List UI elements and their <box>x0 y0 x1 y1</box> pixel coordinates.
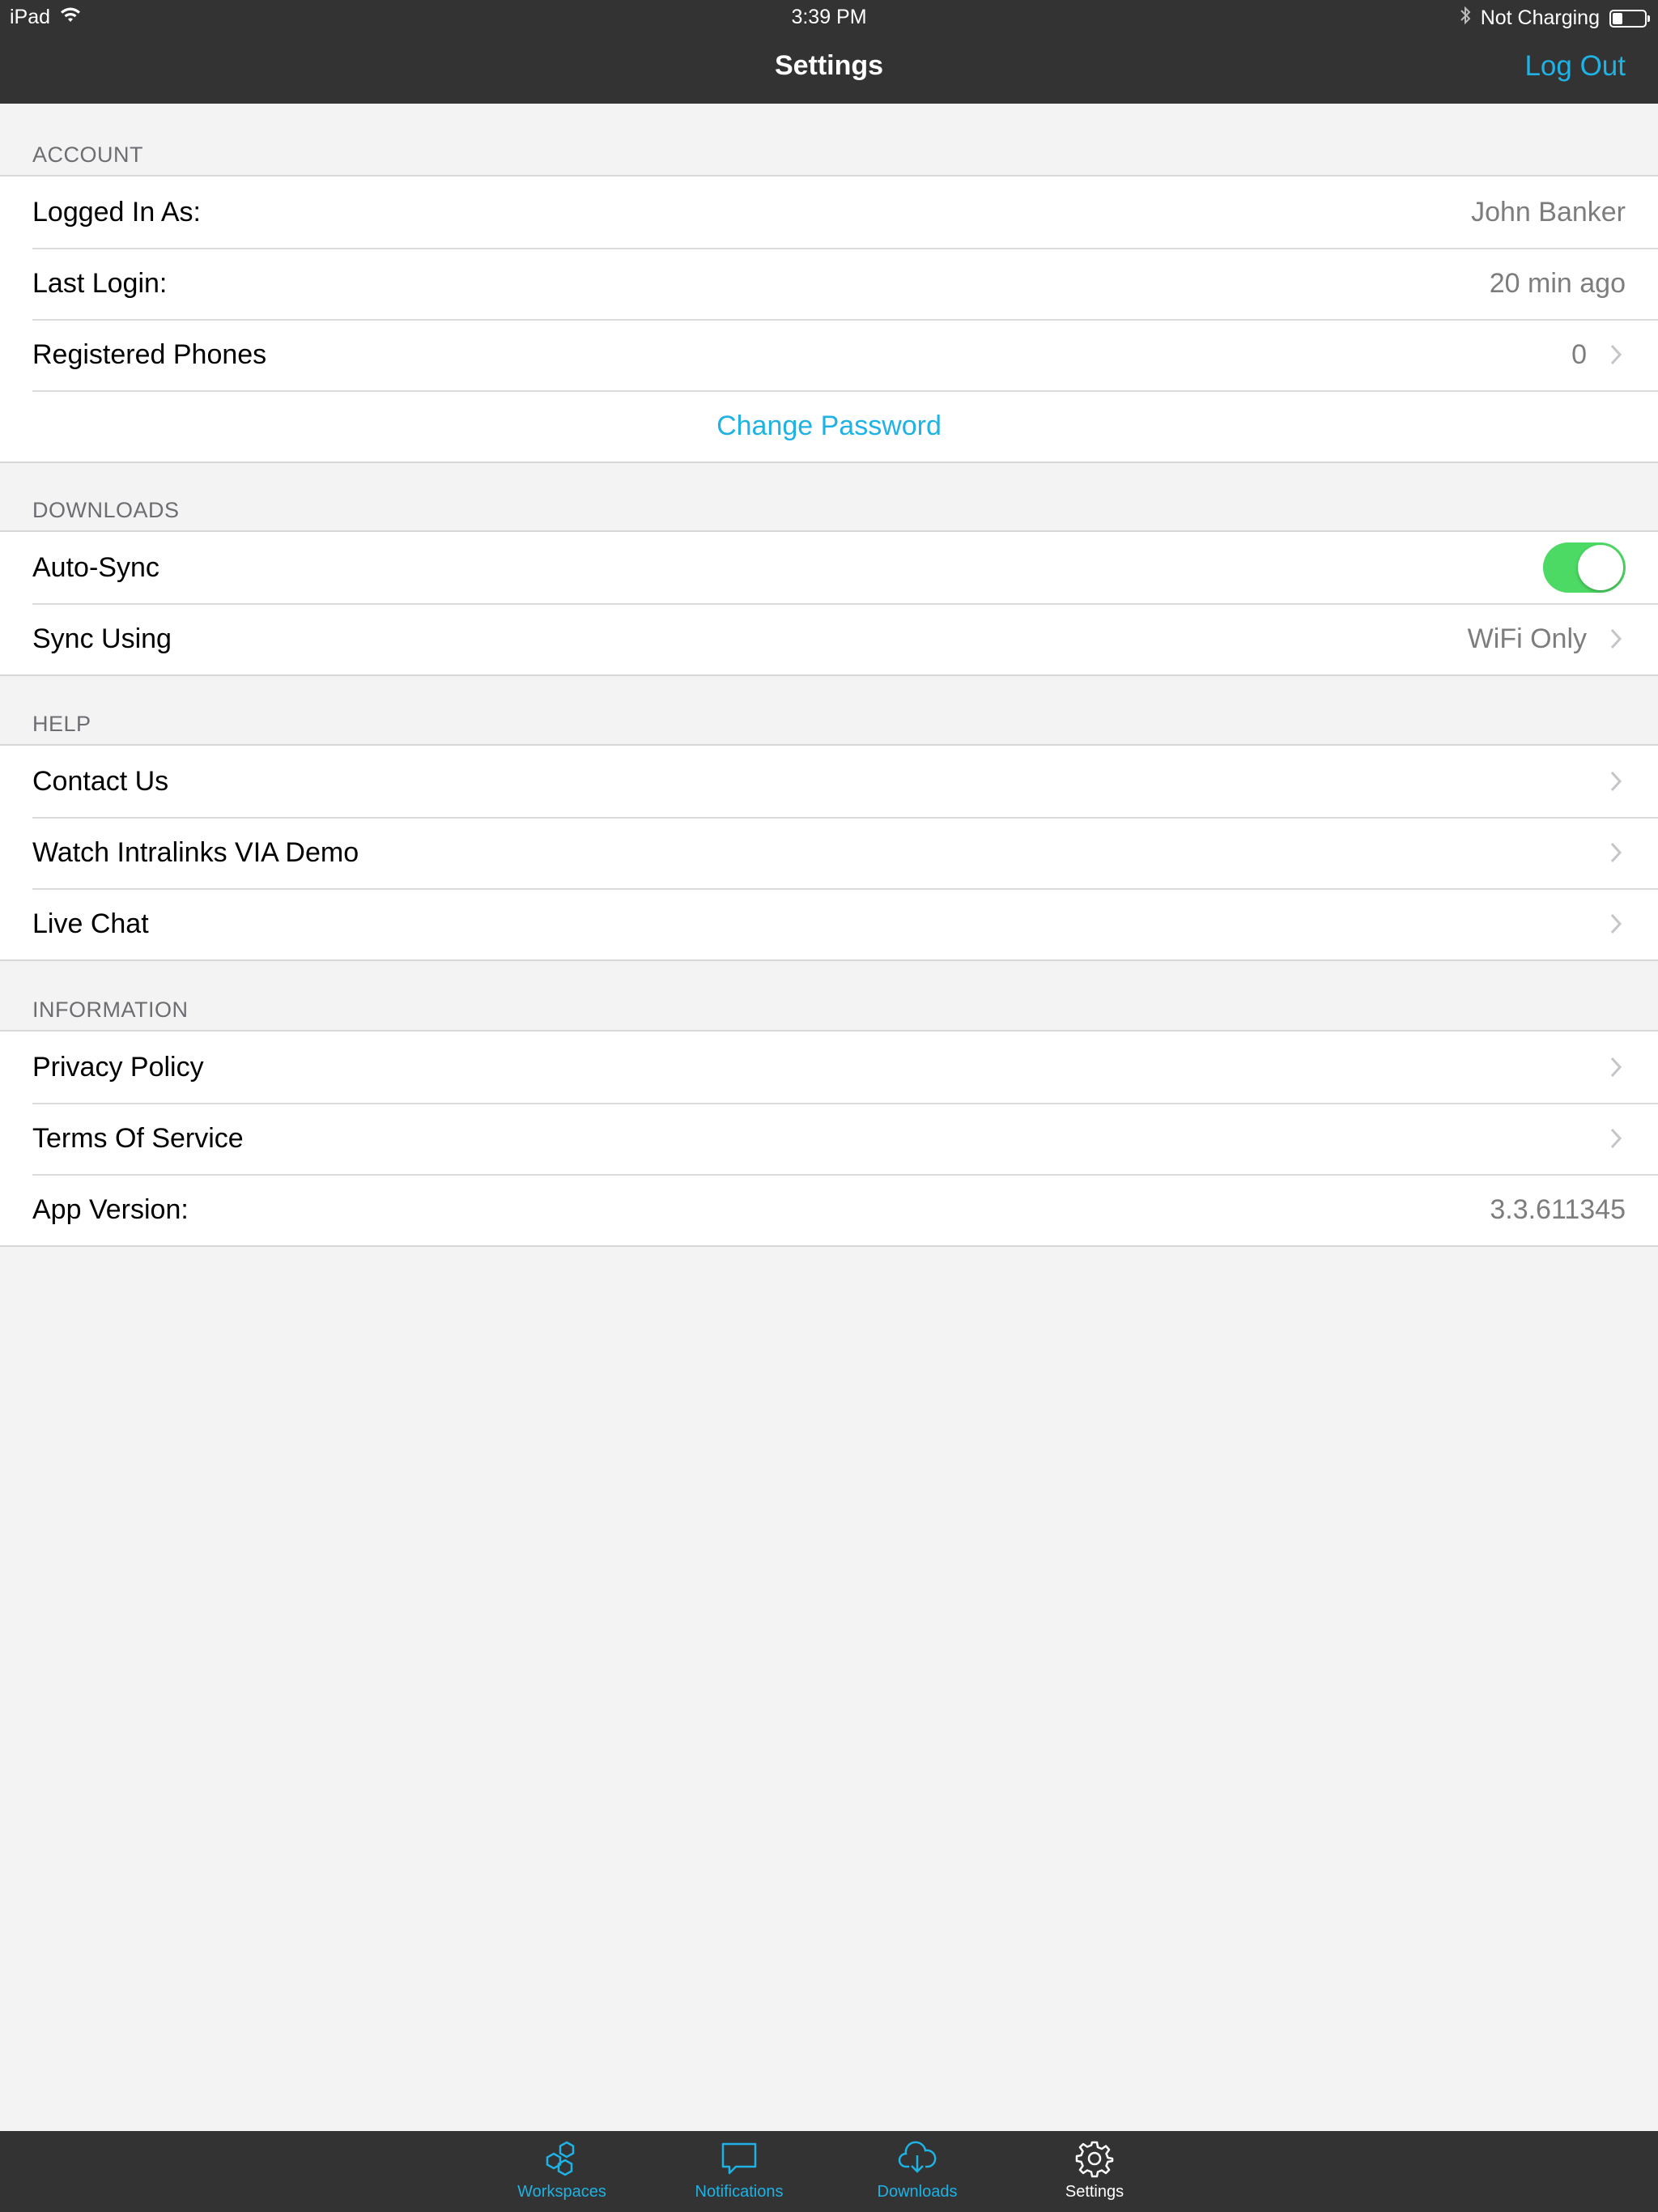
terms-of-service-row[interactable]: Terms Of Service <box>0 1103 1658 1174</box>
chevron-right-icon <box>1608 341 1626 368</box>
contact-us-label: Contact Us <box>32 765 169 797</box>
log-out-button[interactable]: Log Out <box>1524 50 1626 83</box>
terms-of-service-label: Terms Of Service <box>32 1122 244 1154</box>
toggle-knob <box>1578 545 1623 590</box>
section-header-downloads: DOWNLOADS <box>32 498 180 522</box>
privacy-policy-label: Privacy Policy <box>32 1051 204 1083</box>
account-group: Logged In As: John Banker Last Login: 20… <box>0 175 1658 463</box>
contact-us-row[interactable]: Contact Us <box>0 746 1658 817</box>
tab-settings-label: Settings <box>1065 2183 1124 2201</box>
bluetooth-icon <box>1460 6 1471 31</box>
sync-using-row[interactable]: Sync Using WiFi Only <box>0 603 1658 674</box>
registered-phones-row[interactable]: Registered Phones 0 <box>0 319 1658 390</box>
tab-downloads[interactable]: Downloads <box>844 2139 990 2201</box>
charging-status: Not Charging <box>1480 6 1600 29</box>
live-chat-label: Live Chat <box>32 908 149 939</box>
downloads-group: Auto-Sync Sync Using WiFi Only <box>0 530 1658 676</box>
section-header-information: INFORMATION <box>32 998 189 1022</box>
sync-using-value: WiFi Only <box>1467 623 1587 654</box>
logged-in-label: Logged In As: <box>32 196 201 228</box>
gear-icon <box>1075 2139 1114 2178</box>
cloud-download-icon <box>898 2139 937 2178</box>
workspaces-icon <box>542 2139 581 2178</box>
tab-notifications[interactable]: Notifications <box>666 2139 812 2201</box>
change-password-button[interactable]: Change Password <box>716 410 942 442</box>
settings-screen: iPad 3:39 PM Not Charging Settings Log O… <box>0 0 1658 2212</box>
last-login-label: Last Login: <box>32 267 168 299</box>
chevron-right-icon <box>1608 910 1626 938</box>
section-header-account: ACCOUNT <box>32 143 143 167</box>
status-bar: iPad 3:39 PM Not Charging <box>0 0 1658 32</box>
chevron-right-icon <box>1608 768 1626 795</box>
auto-sync-label: Auto-Sync <box>32 551 159 583</box>
chevron-right-icon <box>1608 839 1626 866</box>
sync-using-label: Sync Using <box>32 623 172 654</box>
auto-sync-row: Auto-Sync <box>0 532 1658 603</box>
section-header-help: HELP <box>32 712 91 736</box>
registered-phones-label: Registered Phones <box>32 338 267 370</box>
logged-in-row: Logged In As: John Banker <box>0 177 1658 248</box>
help-group: Contact Us Watch Intralinks VIA Demo Liv… <box>0 744 1658 961</box>
live-chat-row[interactable]: Live Chat <box>0 888 1658 959</box>
status-right: Not Charging <box>1460 6 1650 31</box>
chat-bubble-icon <box>720 2139 759 2178</box>
last-login-row: Last Login: 20 min ago <box>0 248 1658 319</box>
chevron-right-icon <box>1608 625 1626 653</box>
watch-demo-row[interactable]: Watch Intralinks VIA Demo <box>0 817 1658 888</box>
chevron-right-icon <box>1608 1053 1626 1081</box>
app-version-row: App Version: 3.3.611345 <box>0 1174 1658 1245</box>
change-password-row[interactable]: Change Password <box>0 390 1658 462</box>
information-group: Privacy Policy Terms Of Service App Vers… <box>0 1030 1658 1247</box>
watch-demo-label: Watch Intralinks VIA Demo <box>32 836 359 868</box>
tab-workspaces[interactable]: Workspaces <box>489 2139 635 2201</box>
app-version-value: 3.3.611345 <box>1490 1193 1626 1225</box>
top-bar: iPad 3:39 PM Not Charging Settings Log O… <box>0 0 1658 104</box>
last-login-value: 20 min ago <box>1489 267 1626 299</box>
navigation-bar: Settings Log Out <box>0 32 1658 104</box>
tab-settings[interactable]: Settings <box>1022 2139 1167 2201</box>
status-time: 3:39 PM <box>791 6 867 28</box>
registered-phones-value: 0 <box>1571 338 1587 370</box>
app-version-label: App Version: <box>32 1193 189 1225</box>
page-title: Settings <box>774 50 884 81</box>
tab-bar: Workspaces Notifications Downloads Setti… <box>0 2131 1658 2212</box>
tab-workspaces-label: Workspaces <box>517 2183 606 2201</box>
tab-notifications-label: Notifications <box>695 2183 784 2201</box>
chevron-right-icon <box>1608 1125 1626 1152</box>
logged-in-value: John Banker <box>1471 196 1626 228</box>
privacy-policy-row[interactable]: Privacy Policy <box>0 1032 1658 1103</box>
tab-downloads-label: Downloads <box>877 2183 958 2201</box>
auto-sync-toggle[interactable] <box>1543 542 1626 593</box>
battery-icon <box>1609 9 1650 28</box>
